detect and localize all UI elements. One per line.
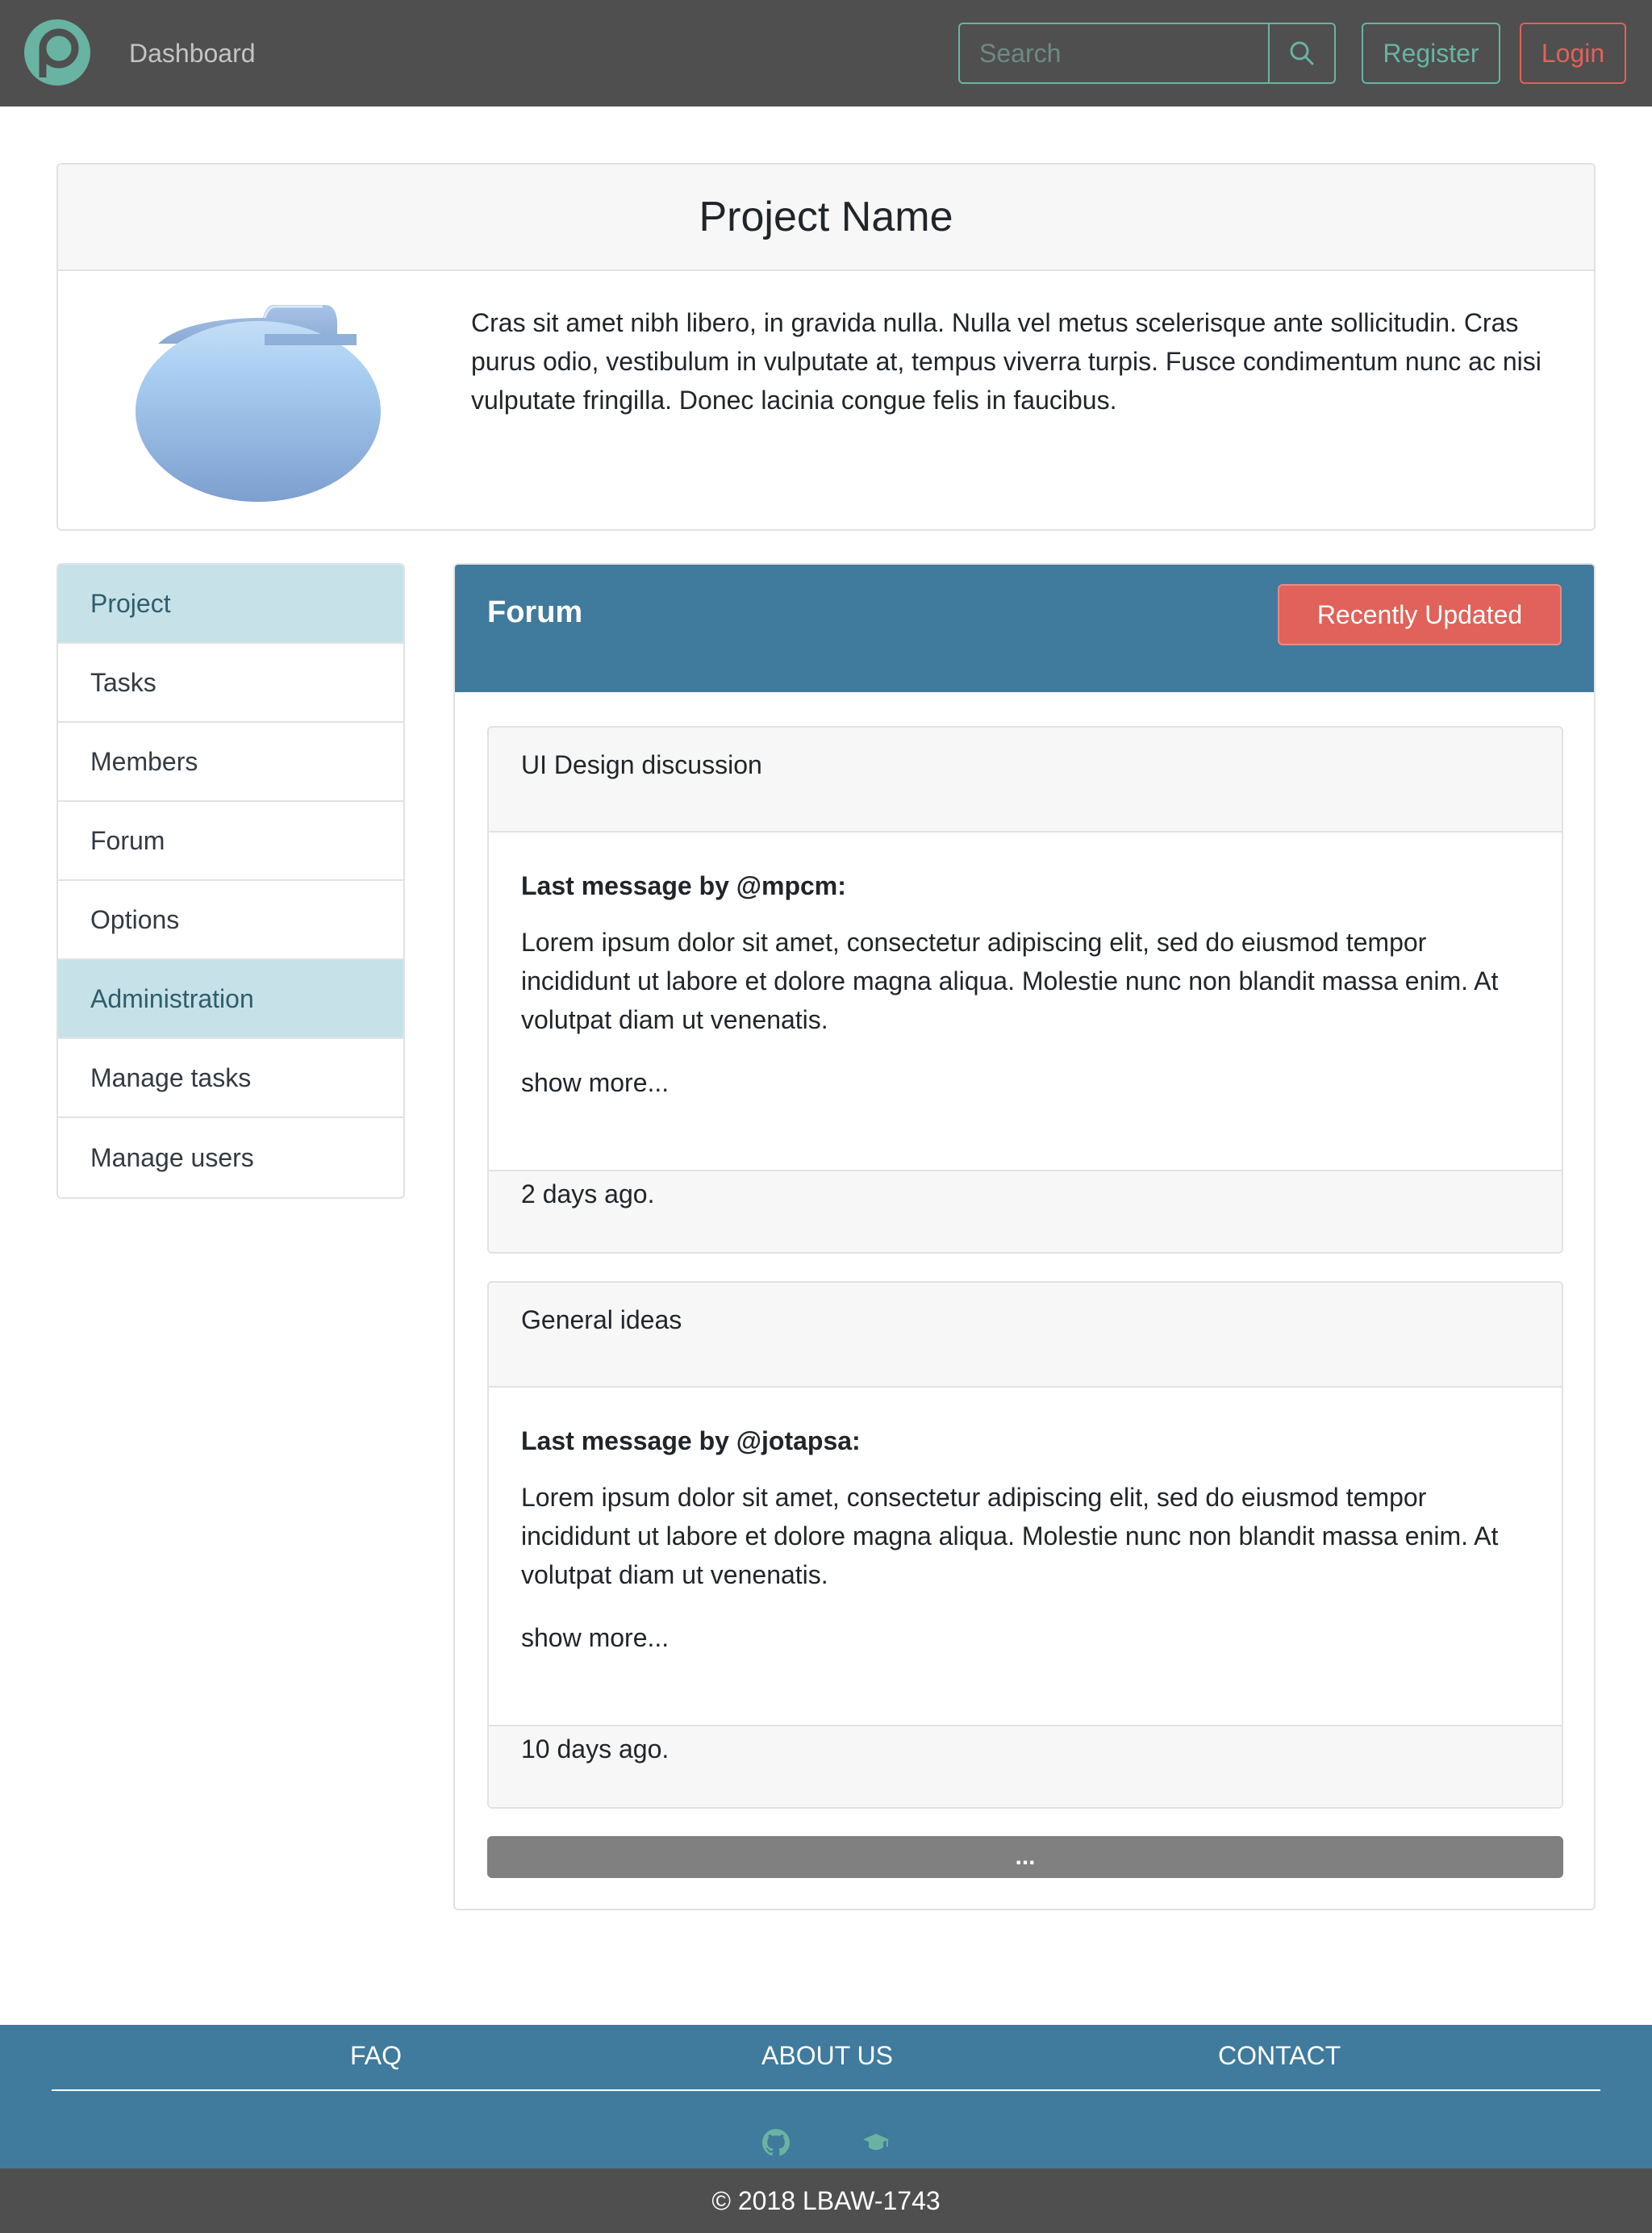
search-icon xyxy=(1290,41,1314,65)
thread-last-message-author: Last message by @mpcm: xyxy=(521,871,846,900)
forum-header: Forum Recently Updated xyxy=(455,565,1594,692)
sidebar-item-manage-users[interactable]: Manage users xyxy=(58,1118,403,1197)
nav-dashboard-link[interactable]: Dashboard xyxy=(129,35,256,71)
project-sidebar: Project Tasks Members Forum Options Admi… xyxy=(56,563,405,1199)
thread-message: Lorem ipsum dolor sit amet, consectetur … xyxy=(521,928,1499,1034)
project-description: Cras sit amet nibh libero, in gravida nu… xyxy=(471,308,1541,415)
thread-card: General ideas Last message by @jotapsa: … xyxy=(487,1281,1563,1809)
footer-link-contact[interactable]: CONTACT xyxy=(1218,2041,1341,2071)
thread-message: Lorem ipsum dolor sit amet, consectetur … xyxy=(521,1483,1499,1589)
search-button[interactable] xyxy=(1268,23,1336,84)
footer-link-about-us[interactable]: ABOUT US xyxy=(761,2041,893,2071)
copyright-text: © 2018 LBAW-1743 xyxy=(0,2168,1652,2233)
project-card: Project Name Cras sit amet nibh libero, … xyxy=(56,163,1596,531)
footer: FAQ ABOUT US CONTACT xyxy=(0,2025,1652,2168)
sidebar-item-administration[interactable]: Administration xyxy=(58,960,403,1039)
github-icon[interactable] xyxy=(758,2125,794,2160)
project-title: Project Name xyxy=(699,194,953,240)
show-more-link[interactable]: show more... xyxy=(521,1065,1529,1100)
forum-title: Forum xyxy=(487,595,583,629)
project-folder-image xyxy=(136,305,381,502)
load-more-button[interactable]: ... xyxy=(487,1836,1563,1878)
login-button[interactable]: Login xyxy=(1520,23,1626,84)
thread-title[interactable]: UI Design discussion xyxy=(489,728,1562,833)
top-navbar: Dashboard Register Login xyxy=(0,0,1652,106)
footer-link-faq[interactable]: FAQ xyxy=(350,2041,402,2071)
sidebar-item-options[interactable]: Options xyxy=(58,881,403,960)
sidebar-item-manage-tasks[interactable]: Manage tasks xyxy=(58,1039,403,1118)
sidebar-item-tasks[interactable]: Tasks xyxy=(58,644,403,723)
forum-panel: Forum Recently Updated UI Design discuss… xyxy=(453,563,1596,1910)
sidebar-item-members[interactable]: Members xyxy=(58,723,403,802)
graduation-cap-icon[interactable] xyxy=(858,2125,894,2160)
project-header: Project Name xyxy=(58,165,1594,271)
thread-title[interactable]: General ideas xyxy=(489,1283,1562,1388)
thread-card: UI Design discussion Last message by @mp… xyxy=(487,726,1563,1254)
search-input[interactable] xyxy=(958,23,1270,84)
thread-timestamp: 10 days ago. xyxy=(489,1725,1562,1807)
register-button[interactable]: Register xyxy=(1362,23,1500,84)
sidebar-item-forum[interactable]: Forum xyxy=(58,802,403,881)
recently-updated-button[interactable]: Recently Updated xyxy=(1278,584,1562,645)
thread-body: Last message by @mpcm: Lorem ipsum dolor… xyxy=(489,833,1562,1170)
sidebar-item-project[interactable]: Project xyxy=(58,565,403,644)
show-more-link[interactable]: show more... xyxy=(521,1620,1529,1655)
footer-divider xyxy=(52,2089,1600,2091)
logo-icon[interactable] xyxy=(24,19,90,86)
thread-last-message-author: Last message by @jotapsa: xyxy=(521,1426,861,1455)
thread-body: Last message by @jotapsa: Lorem ipsum do… xyxy=(489,1388,1562,1725)
thread-timestamp: 2 days ago. xyxy=(489,1170,1562,1252)
